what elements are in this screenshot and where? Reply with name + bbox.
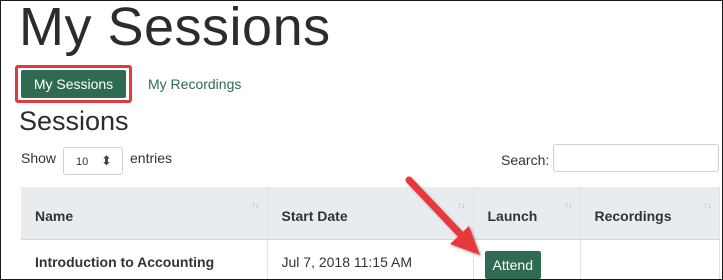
sort-arrows-icon: ↑↓ xyxy=(564,200,573,210)
entries-select[interactable]: 10 ⬍ xyxy=(63,147,123,175)
sort-arrows-icon: ↑↓ xyxy=(251,200,260,210)
sort-arrows-icon: ↑↓ xyxy=(703,200,712,210)
page-frame: My Sessions My Sessions My Recordings Se… xyxy=(0,0,723,280)
attend-button[interactable]: Attend xyxy=(484,251,541,279)
session-launch-cell: Attend xyxy=(473,239,581,279)
entries-select-value: 10 xyxy=(76,156,89,168)
up-down-caret-icon: ⬍ xyxy=(101,153,112,168)
session-name-cell: Introduction to Accounting xyxy=(21,239,268,279)
show-label: Show xyxy=(21,150,57,166)
sessions-table: Name ↑↓ Start Date ↑↓ Launch ↑↓ Recordin… xyxy=(21,187,720,279)
sort-arrows-icon: ↑↓ xyxy=(457,200,466,210)
column-header-name[interactable]: Name ↑↓ xyxy=(21,187,268,240)
column-header-label: Recordings xyxy=(594,208,672,224)
column-header-launch[interactable]: Launch ↑↓ xyxy=(473,187,581,240)
search-label: Search: xyxy=(501,152,550,168)
tab-my-recordings[interactable]: My Recordings xyxy=(148,70,241,98)
column-header-start-date[interactable]: Start Date ↑↓ xyxy=(267,187,474,240)
session-start-date-cell: Jul 7, 2018 11:15 AM xyxy=(267,239,474,279)
column-header-label: Launch xyxy=(487,208,538,224)
page-title: My Sessions xyxy=(19,0,331,57)
section-heading: Sessions xyxy=(19,106,129,136)
column-header-label: Start Date xyxy=(281,208,348,224)
table-row: Introduction to Accounting Jul 7, 2018 1… xyxy=(21,239,720,279)
sessions-table-wrapper: Name ↑↓ Start Date ↑↓ Launch ↑↓ Recordin… xyxy=(21,187,722,279)
session-recordings-cell xyxy=(580,239,720,279)
column-header-label: Name xyxy=(35,208,74,224)
column-header-recordings[interactable]: Recordings ↑↓ xyxy=(580,187,720,240)
tab-my-sessions[interactable]: My Sessions xyxy=(21,70,126,98)
entries-label: entries xyxy=(130,150,173,166)
search-input[interactable] xyxy=(553,144,719,172)
table-header-row: Name ↑↓ Start Date ↑↓ Launch ↑↓ Recordin… xyxy=(21,187,720,240)
